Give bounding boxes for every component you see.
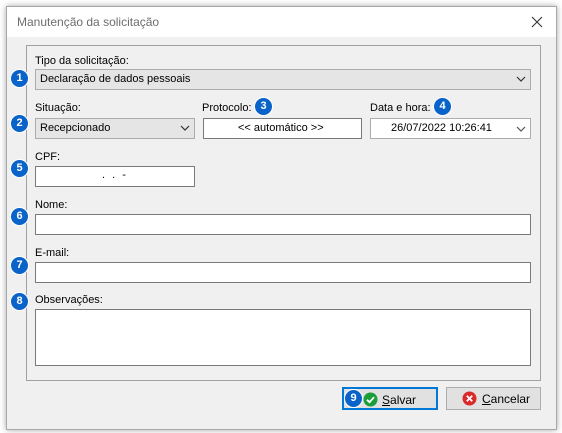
nome-field[interactable]: [35, 214, 531, 235]
situacao-select[interactable]: Recepcionado: [35, 118, 195, 139]
save-label: Salvar: [382, 393, 417, 407]
cpf-label: CPF:: [35, 151, 61, 163]
check-circle-icon: [363, 392, 378, 407]
badge-4: 4: [433, 97, 452, 116]
protocolo-label: Protocolo:: [202, 102, 252, 114]
badge-2: 2: [10, 114, 29, 133]
observacoes-label: Observações:: [35, 294, 103, 306]
email-label: E-mail:: [35, 247, 70, 259]
chevron-down-icon: [516, 76, 526, 82]
tipo-label: Tipo da solicitação:: [35, 55, 129, 67]
title-bar: Manutenção da solicitação: [7, 7, 556, 37]
close-icon[interactable]: [525, 12, 549, 32]
tipo-value: Declaração de dados pessoais: [40, 73, 191, 85]
badge-1: 1: [10, 69, 29, 88]
nome-label: Nome:: [35, 199, 68, 211]
cpf-mask: . . -: [102, 169, 128, 181]
cancel-circle-icon: [462, 391, 477, 406]
observacoes-textarea[interactable]: [35, 309, 531, 366]
badge-5: 5: [10, 159, 29, 178]
badge-6: 6: [10, 207, 29, 226]
data-hora-picker[interactable]: 26/07/2022 10:26:41: [370, 118, 531, 139]
badge-7: 7: [10, 256, 29, 275]
tipo-select[interactable]: Declaração de dados pessoais: [35, 69, 531, 90]
dialog-title: Manutenção da solicitação: [17, 15, 160, 29]
situacao-label: Situação:: [35, 102, 81, 114]
protocolo-value: << automático >>: [238, 122, 324, 134]
data-hora-label: Data e hora:: [370, 102, 431, 114]
situacao-value: Recepcionado: [40, 122, 111, 134]
data-hora-value: 26/07/2022 10:26:41: [391, 122, 492, 134]
chevron-down-icon: [180, 125, 190, 131]
dialog-window: Manutenção da solicitação Tipo da solici…: [6, 6, 557, 430]
badge-9: 9: [344, 389, 363, 408]
badge-3: 3: [254, 97, 273, 116]
cancel-button[interactable]: Cancelar: [446, 387, 541, 410]
cpf-field[interactable]: . . -: [35, 166, 195, 187]
email-field[interactable]: [35, 262, 531, 283]
cancel-label: Cancelar: [482, 392, 531, 406]
chevron-down-icon: [516, 126, 526, 132]
protocolo-field[interactable]: << automático >>: [203, 118, 362, 139]
badge-8: 8: [10, 292, 29, 311]
